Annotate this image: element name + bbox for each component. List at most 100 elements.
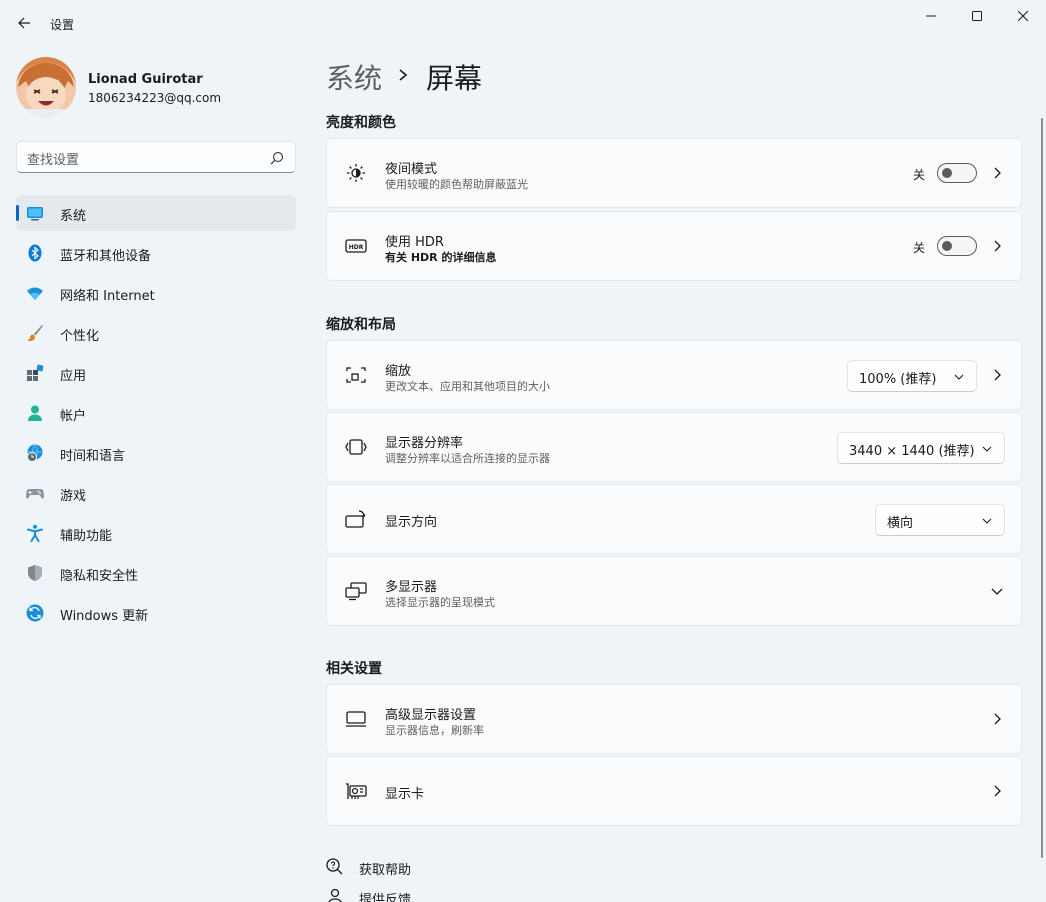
sidebar-item-label: 隐私和安全性 [60,569,139,584]
close-button[interactable] [1000,0,1046,32]
resolution-dropdown[interactable]: 3440 × 1440 (推荐) [837,432,1005,464]
minimize-button[interactable] [908,0,954,32]
card-subtitle: 显示器信息，刷新率 [385,724,484,737]
shield-icon [28,565,42,581]
card-subtitle: 更改文本、应用和其他项目的大小 [385,380,550,393]
globe-clock-icon [27,444,43,462]
minimize-icon [926,15,936,17]
chevron-right-icon [994,167,1001,179]
user-name: Lionad Guirotar [88,72,203,87]
advanced-display-card[interactable]: 高级显示器设置 显示器信息，刷新率 [326,684,1022,754]
chevron-right-icon [994,369,1001,381]
back-button[interactable] [12,10,36,36]
sidebar-item-privacy[interactable]: 隐私和安全性 [16,555,296,591]
hdr-card[interactable]: HDR 使用 HDR 有关 HDR 的详细信息 关 [326,211,1022,281]
sidebar-item-personalization[interactable]: 个性化 [16,315,296,351]
dropdown-value: 3440 × 1440 (推荐) [849,444,975,459]
sidebar-item-accessibility[interactable]: 辅助功能 [16,515,296,551]
chevron-right-icon [399,69,408,81]
scale-icon [346,367,366,383]
title-bar: 设置 [0,0,1046,48]
resolution-icon [345,439,367,455]
search-input[interactable]: 查找设置 [16,141,296,173]
section-title-related: 相关设置 [326,661,382,677]
hdr-icon: HDR [345,239,367,253]
hdr-info-link[interactable]: 有关 HDR 的详细信息 [385,249,496,265]
help-icon [326,858,343,875]
page-title: 屏幕 [426,62,483,95]
wifi-icon [27,287,43,300]
scale-card[interactable]: 缩放 更改文本、应用和其他项目的大小 100% (推荐) [326,340,1022,410]
section-title-brightness: 亮度和颜色 [326,115,396,131]
card-title: 缩放 [385,364,412,379]
avatar [16,57,76,117]
monitor-icon [346,711,366,727]
card-title: 显示器分辨率 [385,436,464,451]
card-title: 夜间模式 [385,162,438,177]
sidebar-item-system[interactable]: 系统 [16,195,296,231]
sidebar-item-gaming[interactable]: 游戏 [16,475,296,511]
card-title: 显示卡 [385,787,425,802]
graphics-card-icon [346,783,367,799]
search-placeholder: 查找设置 [27,153,80,168]
dropdown-value: 100% (推荐) [859,372,937,387]
get-help-label: 获取帮助 [359,863,412,878]
card-subtitle: 调整分辨率以适合所连接的显示器 [385,452,550,465]
sidebar-item-label: 系统 [60,209,87,224]
sidebar-item-label: 时间和语言 [60,449,126,464]
sidebar-item-label: 个性化 [60,329,100,344]
resolution-card: 显示器分辨率 调整分辨率以适合所连接的显示器 3440 × 1440 (推荐) [326,412,1022,482]
night-light-icon [347,164,365,182]
night-light-toggle[interactable] [937,163,977,183]
account-icon [28,405,42,421]
card-subtitle: 选择显示器的呈现模式 [385,596,495,609]
scrollbar[interactable] [1041,118,1043,858]
chevron-down-icon[interactable] [990,586,1004,598]
feedback-label: 提供反馈 [359,893,412,902]
user-profile[interactable]: Lionad Guirotar 1806234223@qq.com [16,57,296,117]
sidebar-item-label: 蓝牙和其他设备 [60,249,152,264]
bluetooth-icon [28,244,42,262]
sidebar-item-label: 辅助功能 [60,529,113,544]
chevron-right-icon [994,785,1001,797]
sidebar-item-label: 帐户 [60,409,87,424]
maximize-icon [972,11,982,21]
sidebar-item-time-language[interactable]: 时间和语言 [16,435,296,471]
update-icon [26,604,44,622]
sidebar-item-label: 游戏 [60,489,87,504]
toggle-state-label: 关 [912,168,925,182]
sidebar-item-windows-update[interactable]: Windows 更新 [16,595,296,631]
sidebar-item-bluetooth[interactable]: 蓝牙和其他设备 [16,235,296,271]
user-email: 1806234223@qq.com [88,91,222,105]
chevron-right-icon [994,240,1001,252]
app-title: 设置 [50,18,75,32]
maximize-button[interactable] [954,0,1000,32]
sidebar-item-accounts[interactable]: 帐户 [16,395,296,431]
orientation-icon [345,510,366,528]
system-icon [27,207,43,221]
chevron-down-icon [982,518,992,524]
toggle-knob [942,241,952,251]
hdr-toggle[interactable] [937,236,977,256]
orientation-dropdown[interactable]: 横向 [875,504,1005,536]
sidebar-nav: 系统 蓝牙和其他设备 网络和 Internet 个性化 应用 帐户 时间和语言 … [16,195,296,635]
scale-dropdown[interactable]: 100% (推荐) [847,360,977,392]
back-arrow-icon [18,17,30,29]
apps-icon [27,364,44,381]
sidebar-item-network[interactable]: 网络和 Internet [16,275,296,311]
gamepad-icon [26,489,44,499]
chevron-down-icon [954,374,964,380]
card-title: 高级显示器设置 [385,708,477,723]
multi-display-card[interactable]: 多显示器 选择显示器的呈现模式 [326,556,1022,626]
night-light-card[interactable]: 夜间模式 使用较暖的颜色帮助屏蔽蓝光 关 [326,138,1022,208]
card-title: 使用 HDR [385,235,444,250]
toggle-knob [942,168,952,178]
dropdown-value: 横向 [887,516,914,531]
multi-display-icon [345,582,367,601]
close-icon [1018,11,1028,21]
graphics-card[interactable]: 显示卡 [326,756,1022,826]
card-title: 显示方向 [385,515,438,530]
feedback-icon [328,888,342,902]
breadcrumb-parent[interactable]: 系统 [326,62,382,95]
sidebar-item-apps[interactable]: 应用 [16,355,296,391]
